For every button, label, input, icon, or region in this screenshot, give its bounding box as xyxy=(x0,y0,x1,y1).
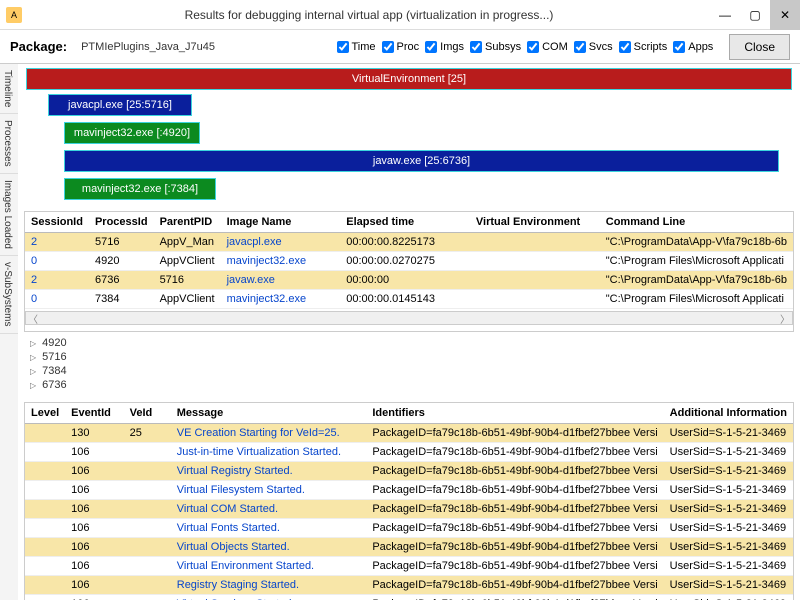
col-venv[interactable]: Virtual Environment xyxy=(470,212,600,233)
processes-grid: SessionId ProcessId ParentPID Image Name… xyxy=(24,211,794,332)
timeline-bar[interactable]: javacpl.exe [25:5716] xyxy=(48,94,192,116)
content-area: VirtualEnvironment [25] javacpl.exe [25:… xyxy=(18,64,800,600)
subsystem-row[interactable]: 106Just-in-time Virtualization Started.P… xyxy=(25,443,793,462)
app-icon: A xyxy=(6,7,22,23)
process-row[interactable]: 267365716javaw.exe00:00:00"C:\ProgramDat… xyxy=(25,271,793,290)
subsystem-row[interactable]: 106Virtual Filesystem Started.PackageID=… xyxy=(25,481,793,500)
subsystem-row[interactable]: 106Virtual Services Started.PackageID=fa… xyxy=(25,595,793,600)
filter-apps[interactable]: Apps xyxy=(673,41,713,53)
tab-processes[interactable]: Processes xyxy=(0,114,18,174)
minimize-button[interactable]: — xyxy=(710,0,740,30)
maximize-button[interactable]: ▢ xyxy=(740,0,770,30)
col-processid[interactable]: ProcessId xyxy=(89,212,154,233)
process-row[interactable]: 04920AppVClientmavinject32.exe00:00:00.0… xyxy=(25,252,793,271)
package-label: Package: xyxy=(10,39,67,54)
col-veid[interactable]: VeId xyxy=(124,403,171,424)
subsystem-row[interactable]: 106Virtual COM Started.PackageID=fa79c18… xyxy=(25,500,793,519)
filter-svcs[interactable]: Svcs xyxy=(574,41,613,53)
col-level[interactable]: Level xyxy=(25,403,65,424)
window-buttons: — ▢ ✕ xyxy=(710,0,800,30)
timeline-bar[interactable]: mavinject32.exe [:4920] xyxy=(64,122,200,144)
col-message[interactable]: Message xyxy=(171,403,367,424)
subsystem-row[interactable]: 106Virtual Environment Started.PackageID… xyxy=(25,557,793,576)
filter-proc[interactable]: Proc xyxy=(382,41,420,53)
vsubsystems-grid: Level EventId VeId Message Identifiers A… xyxy=(24,402,794,600)
tree-node[interactable]: 5716 xyxy=(30,350,788,364)
timeline-env-bar[interactable]: VirtualEnvironment [25] xyxy=(26,68,792,90)
filter-scripts[interactable]: Scripts xyxy=(619,41,668,53)
timeline-bar[interactable]: mavinject32.exe [:7384] xyxy=(64,178,216,200)
col-cmdline[interactable]: Command Line xyxy=(600,212,793,233)
close-window-button[interactable]: ✕ xyxy=(770,0,800,30)
col-parentpid[interactable]: ParentPID xyxy=(154,212,221,233)
filter-time[interactable]: Time xyxy=(337,41,376,53)
close-button[interactable]: Close xyxy=(729,34,790,60)
tree-node[interactable]: 7384 xyxy=(30,364,788,378)
col-addl-info[interactable]: Additional Information xyxy=(664,403,793,424)
subsystem-row[interactable]: 13025VE Creation Starting for VeId=25.Pa… xyxy=(25,424,793,443)
tree-node[interactable]: 6736 xyxy=(30,378,788,392)
filter-imgs[interactable]: Imgs xyxy=(425,41,464,53)
tab-vsubsystems[interactable]: v-SubSystems xyxy=(0,256,18,333)
timeline-panel: VirtualEnvironment [25] javacpl.exe [25:… xyxy=(26,68,792,203)
filter-checkboxes: Time Proc Imgs Subsys COM Svcs Scripts A… xyxy=(337,41,714,53)
tab-images-loaded[interactable]: Images Loaded xyxy=(0,174,18,256)
col-identifiers[interactable]: Identifiers xyxy=(366,403,663,424)
package-value: PTMIePlugins_Java_J7u45 xyxy=(81,41,215,53)
subsystem-row[interactable]: 106Registry Staging Started.PackageID=fa… xyxy=(25,576,793,595)
filter-com[interactable]: COM xyxy=(527,41,568,53)
subsystem-row[interactable]: 106Virtual Fonts Started.PackageID=fa79c… xyxy=(25,519,793,538)
subsystem-row[interactable]: 106Virtual Objects Started.PackageID=fa7… xyxy=(25,538,793,557)
images-loaded-tree: 4920571673846736 xyxy=(30,336,788,392)
col-eventid[interactable]: EventId xyxy=(65,403,123,424)
toolbar: Package: PTMIePlugins_Java_J7u45 Time Pr… xyxy=(0,30,800,64)
col-imagename[interactable]: Image Name xyxy=(221,212,341,233)
process-row[interactable]: 07384AppVClientmavinject32.exe00:00:00.0… xyxy=(25,290,793,309)
col-sessionid[interactable]: SessionId xyxy=(25,212,89,233)
window-title: Results for debugging internal virtual a… xyxy=(28,8,710,22)
horizontal-scrollbar[interactable]: 〈〉 xyxy=(25,311,793,325)
tree-node[interactable]: 4920 xyxy=(30,336,788,350)
tab-timeline[interactable]: Timeline xyxy=(0,64,18,114)
process-row[interactable]: 25716AppV_Manjavacpl.exe00:00:00.8225173… xyxy=(25,233,793,252)
side-tabs: Timeline Processes Images Loaded v-SubSy… xyxy=(0,64,18,600)
col-elapsed[interactable]: Elapsed time xyxy=(340,212,470,233)
titlebar: A Results for debugging internal virtual… xyxy=(0,0,800,30)
subsystem-row[interactable]: 106Virtual Registry Started.PackageID=fa… xyxy=(25,462,793,481)
timeline-bar[interactable]: javaw.exe [25:6736] xyxy=(64,150,779,172)
filter-subsys[interactable]: Subsys xyxy=(470,41,521,53)
